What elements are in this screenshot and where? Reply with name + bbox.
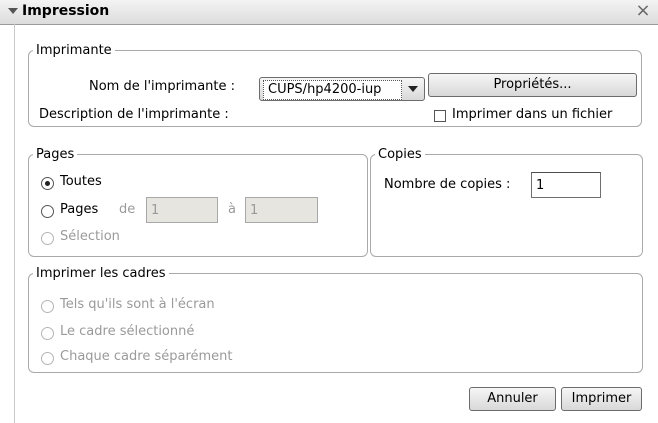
print-dialog: Impression × Imprimante Nom de l'imprima… xyxy=(0,0,658,423)
frames-as-on-screen-radio[interactable] xyxy=(41,300,54,313)
pages-selection-radio[interactable] xyxy=(41,232,54,245)
dialog-body: Imprimante Nom de l'imprimante : CUPS/hp… xyxy=(14,24,658,423)
printer-name-label: Nom de l'imprimante : xyxy=(89,79,236,94)
printer-name-select[interactable]: CUPS/hp4200-iup xyxy=(259,77,425,101)
title-bar[interactable]: Impression × xyxy=(0,0,658,25)
frames-as-on-screen-label[interactable]: Tels qu'ils sont à l'écran xyxy=(60,297,215,312)
frames-group-legend: Imprimer les cadres xyxy=(36,266,166,281)
print-button[interactable]: Imprimer xyxy=(561,387,642,411)
pages-to-label: à xyxy=(228,202,236,217)
copies-count-input[interactable] xyxy=(531,172,601,198)
printer-name-value: CUPS/hp4200-iup xyxy=(263,80,402,100)
print-to-file-label[interactable]: Imprimer dans un fichier xyxy=(452,107,612,122)
pages-from-input[interactable] xyxy=(146,197,218,223)
print-to-file-checkbox[interactable] xyxy=(434,110,446,122)
collapse-arrow-icon[interactable] xyxy=(8,8,18,14)
copies-count-label: Nombre de copies : xyxy=(384,177,511,192)
printer-group-legend: Imprimante xyxy=(36,43,112,58)
pages-range-label[interactable]: Pages xyxy=(60,202,98,217)
pages-from-label: de xyxy=(119,202,136,217)
copies-group-legend: Copies xyxy=(378,147,422,162)
pages-selection-label[interactable]: Sélection xyxy=(60,229,120,244)
pages-to-input[interactable] xyxy=(245,197,318,223)
frames-selected-frame-label[interactable]: Le cadre sélectionné xyxy=(60,324,194,339)
copies-group: Copies xyxy=(370,147,643,257)
cancel-button[interactable]: Annuler xyxy=(469,387,556,411)
pages-range-radio[interactable] xyxy=(41,205,54,218)
frames-each-frame-radio[interactable] xyxy=(41,352,54,365)
chevron-down-icon xyxy=(408,86,418,92)
pages-group-legend: Pages xyxy=(36,147,75,162)
properties-button[interactable]: Propriétés... xyxy=(428,73,637,97)
close-icon[interactable]: × xyxy=(634,1,652,21)
printer-description-label: Description de l'imprimante : xyxy=(39,107,229,122)
pages-all-label[interactable]: Toutes xyxy=(60,174,102,189)
frames-each-frame-label[interactable]: Chaque cadre séparément xyxy=(60,349,233,364)
frames-selected-frame-radio[interactable] xyxy=(41,327,54,340)
pages-all-radio[interactable] xyxy=(41,177,54,190)
dialog-title: Impression xyxy=(22,3,110,19)
